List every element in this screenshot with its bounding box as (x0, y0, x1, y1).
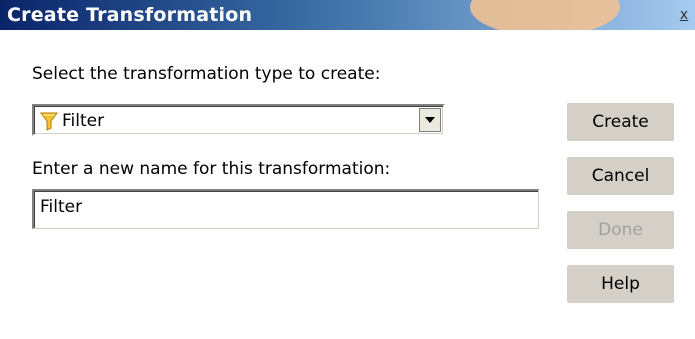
transformation-name-input[interactable]: Filter (32, 189, 539, 229)
dialog-title: Create Transformation (7, 4, 253, 26)
chevron-down-icon[interactable] (419, 108, 441, 132)
done-button[interactable]: Done (567, 211, 674, 249)
create-button[interactable]: Create (567, 103, 674, 141)
create-transformation-dialog: Create Transformation x Select the trans… (0, 0, 695, 339)
transformation-type-value: Filter (62, 111, 105, 131)
help-button[interactable]: Help (567, 265, 674, 303)
transformation-name-label: Enter a new name for this transformation… (32, 159, 391, 179)
cancel-button[interactable]: Cancel (567, 157, 674, 195)
filter-funnel-icon (40, 111, 58, 131)
title-decoration (470, 0, 620, 30)
close-icon[interactable]: x (677, 6, 691, 24)
title-bar[interactable]: Create Transformation x (0, 0, 695, 30)
transformation-type-select[interactable]: Filter (32, 104, 445, 136)
transformation-type-label: Select the transformation type to create… (32, 64, 381, 84)
transformation-name-value: Filter (40, 197, 83, 217)
